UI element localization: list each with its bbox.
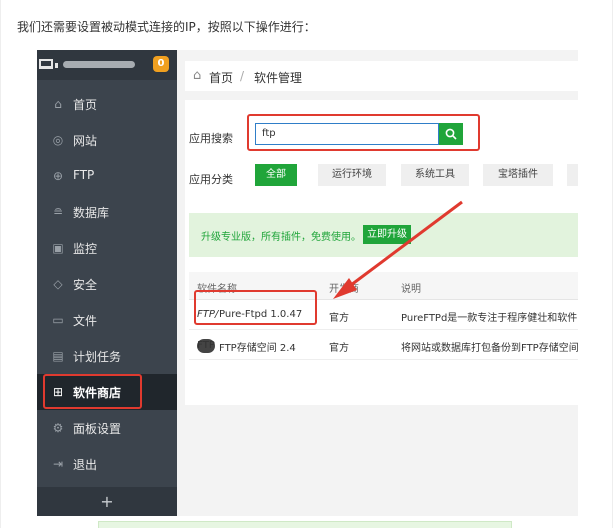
category-label: 应用分类 (189, 173, 233, 186)
highlight-box-search (247, 114, 480, 151)
software-vendor: 官方 (329, 313, 349, 324)
category-all-button[interactable]: 全部 (255, 164, 297, 186)
sidebar-item-monitor[interactable]: ▣ 监控 (37, 230, 177, 266)
breadcrumb: ⌂ 首页 / 软件管理 (185, 61, 578, 91)
sidebar-item-label: 退出 (73, 458, 98, 472)
sidebar-add-button[interactable]: + (37, 487, 177, 516)
category-more-button[interactable] (567, 164, 578, 186)
sidebar-item-website[interactable]: ◎ 网站 (37, 122, 177, 158)
upgrade-banner-text: 升级专业版，所有插件，免费使用。 (201, 232, 361, 243)
sidebar-item-label: 安全 (73, 278, 98, 292)
sidebar-item-files[interactable]: ▭ 文件 (37, 302, 177, 338)
category-bt-plugins-button[interactable]: 宝塔插件 (483, 164, 553, 186)
sidebar-item-home[interactable]: ⌂ 首页 (37, 86, 177, 122)
software-description: PureFTPd是一款专注于程序健壮和软件 (401, 313, 578, 324)
gear-icon: ⚙ (52, 421, 64, 435)
sidebar-item-label: 网站 (73, 134, 98, 148)
category-system-tools-button[interactable]: 系统工具 (401, 164, 469, 186)
column-description: 说明 (401, 284, 421, 295)
next-note-box (98, 521, 512, 528)
sidebar: 0 ⌂ 首页 ◎ 网站 ⊕ FTP ≘ 数据库 ▣ 监控 ◇ 安全 ▭ 文件 ▤… (37, 50, 177, 516)
intro-text: 我们还需要设置被动模式连接的IP，按照以下操作进行： (17, 20, 316, 34)
breadcrumb-home[interactable]: 首页 (209, 69, 233, 86)
panel-screenshot: 0 ⌂ 首页 ◎ 网站 ⊕ FTP ≘ 数据库 ▣ 监控 ◇ 安全 ▭ 文件 ▤… (37, 50, 578, 516)
category-runtime-button[interactable]: 运行环境 (318, 164, 386, 186)
ftp-storage-cloud-icon: FTP (197, 339, 215, 353)
highlight-box-pureftpd (194, 290, 317, 325)
sidebar-item-label: FTP (73, 168, 95, 182)
article-body: 我们还需要设置被动模式连接的IP，按照以下操作进行： 0 ⌂ 首页 ◎ 网站 ⊕… (0, 0, 613, 528)
table-row[interactable]: FTP FTP存储空间 2.4 官方 将网站或数据库打包备份到FTP存储空间 (189, 330, 578, 360)
shield-icon: ◇ (53, 277, 63, 291)
software-name[interactable]: FTP存储空间 2.4 (219, 339, 296, 354)
column-vendor: 开发商 (329, 284, 359, 295)
home-icon: ⌂ (54, 97, 62, 111)
globe-icon: ◎ (52, 133, 64, 147)
server-icon-dot (55, 63, 58, 68)
notification-badge[interactable]: 0 (153, 56, 169, 72)
database-icon: ≘ (52, 205, 64, 219)
home-icon[interactable]: ⌂ (193, 69, 207, 83)
sidebar-item-label: 数据库 (73, 206, 110, 220)
sidebar-item-label: 监控 (73, 242, 98, 256)
sidebar-item-logout[interactable]: ⇥ 退出 (37, 446, 177, 482)
server-ip-redacted (63, 61, 135, 68)
sidebar-header: 0 (37, 50, 177, 80)
sidebar-item-label: 首页 (73, 98, 98, 112)
sidebar-item-security[interactable]: ◇ 安全 (37, 266, 177, 302)
software-description: 将网站或数据库打包备份到FTP存储空间 (401, 343, 578, 354)
monitor-icon: ▣ (52, 241, 64, 255)
sidebar-item-panel-settings[interactable]: ⚙ 面板设置 (37, 410, 177, 446)
sidebar-item-label: 面板设置 (73, 422, 122, 436)
breadcrumb-separator: / (240, 69, 245, 83)
sidebar-item-database[interactable]: ≘ 数据库 (37, 194, 177, 230)
ftp-icon: ⊕ (52, 169, 64, 183)
sidebar-item-cron[interactable]: ▤ 计划任务 (37, 338, 177, 374)
upgrade-now-button[interactable]: 立即升级 (363, 225, 411, 244)
upgrade-banner: 升级专业版，所有插件，免费使用。 立即升级 (189, 213, 578, 257)
sidebar-item-label: 文件 (73, 314, 98, 328)
main-content: ⌂ 首页 / 软件管理 应用搜索 ftp 应用分类 全部 运行环境 系统工具 宝… (177, 50, 578, 516)
software-vendor: 官方 (329, 343, 349, 354)
folder-icon: ▭ (52, 313, 64, 327)
sidebar-item-label: 计划任务 (73, 350, 122, 364)
server-icon (39, 59, 53, 69)
highlight-box-software-store (43, 374, 142, 409)
calendar-icon: ▤ (52, 349, 64, 363)
search-label: 应用搜索 (189, 132, 233, 145)
breadcrumb-current: 软件管理 (254, 71, 303, 85)
logout-icon: ⇥ (52, 457, 64, 471)
sidebar-item-ftp[interactable]: ⊕ FTP (37, 158, 177, 194)
